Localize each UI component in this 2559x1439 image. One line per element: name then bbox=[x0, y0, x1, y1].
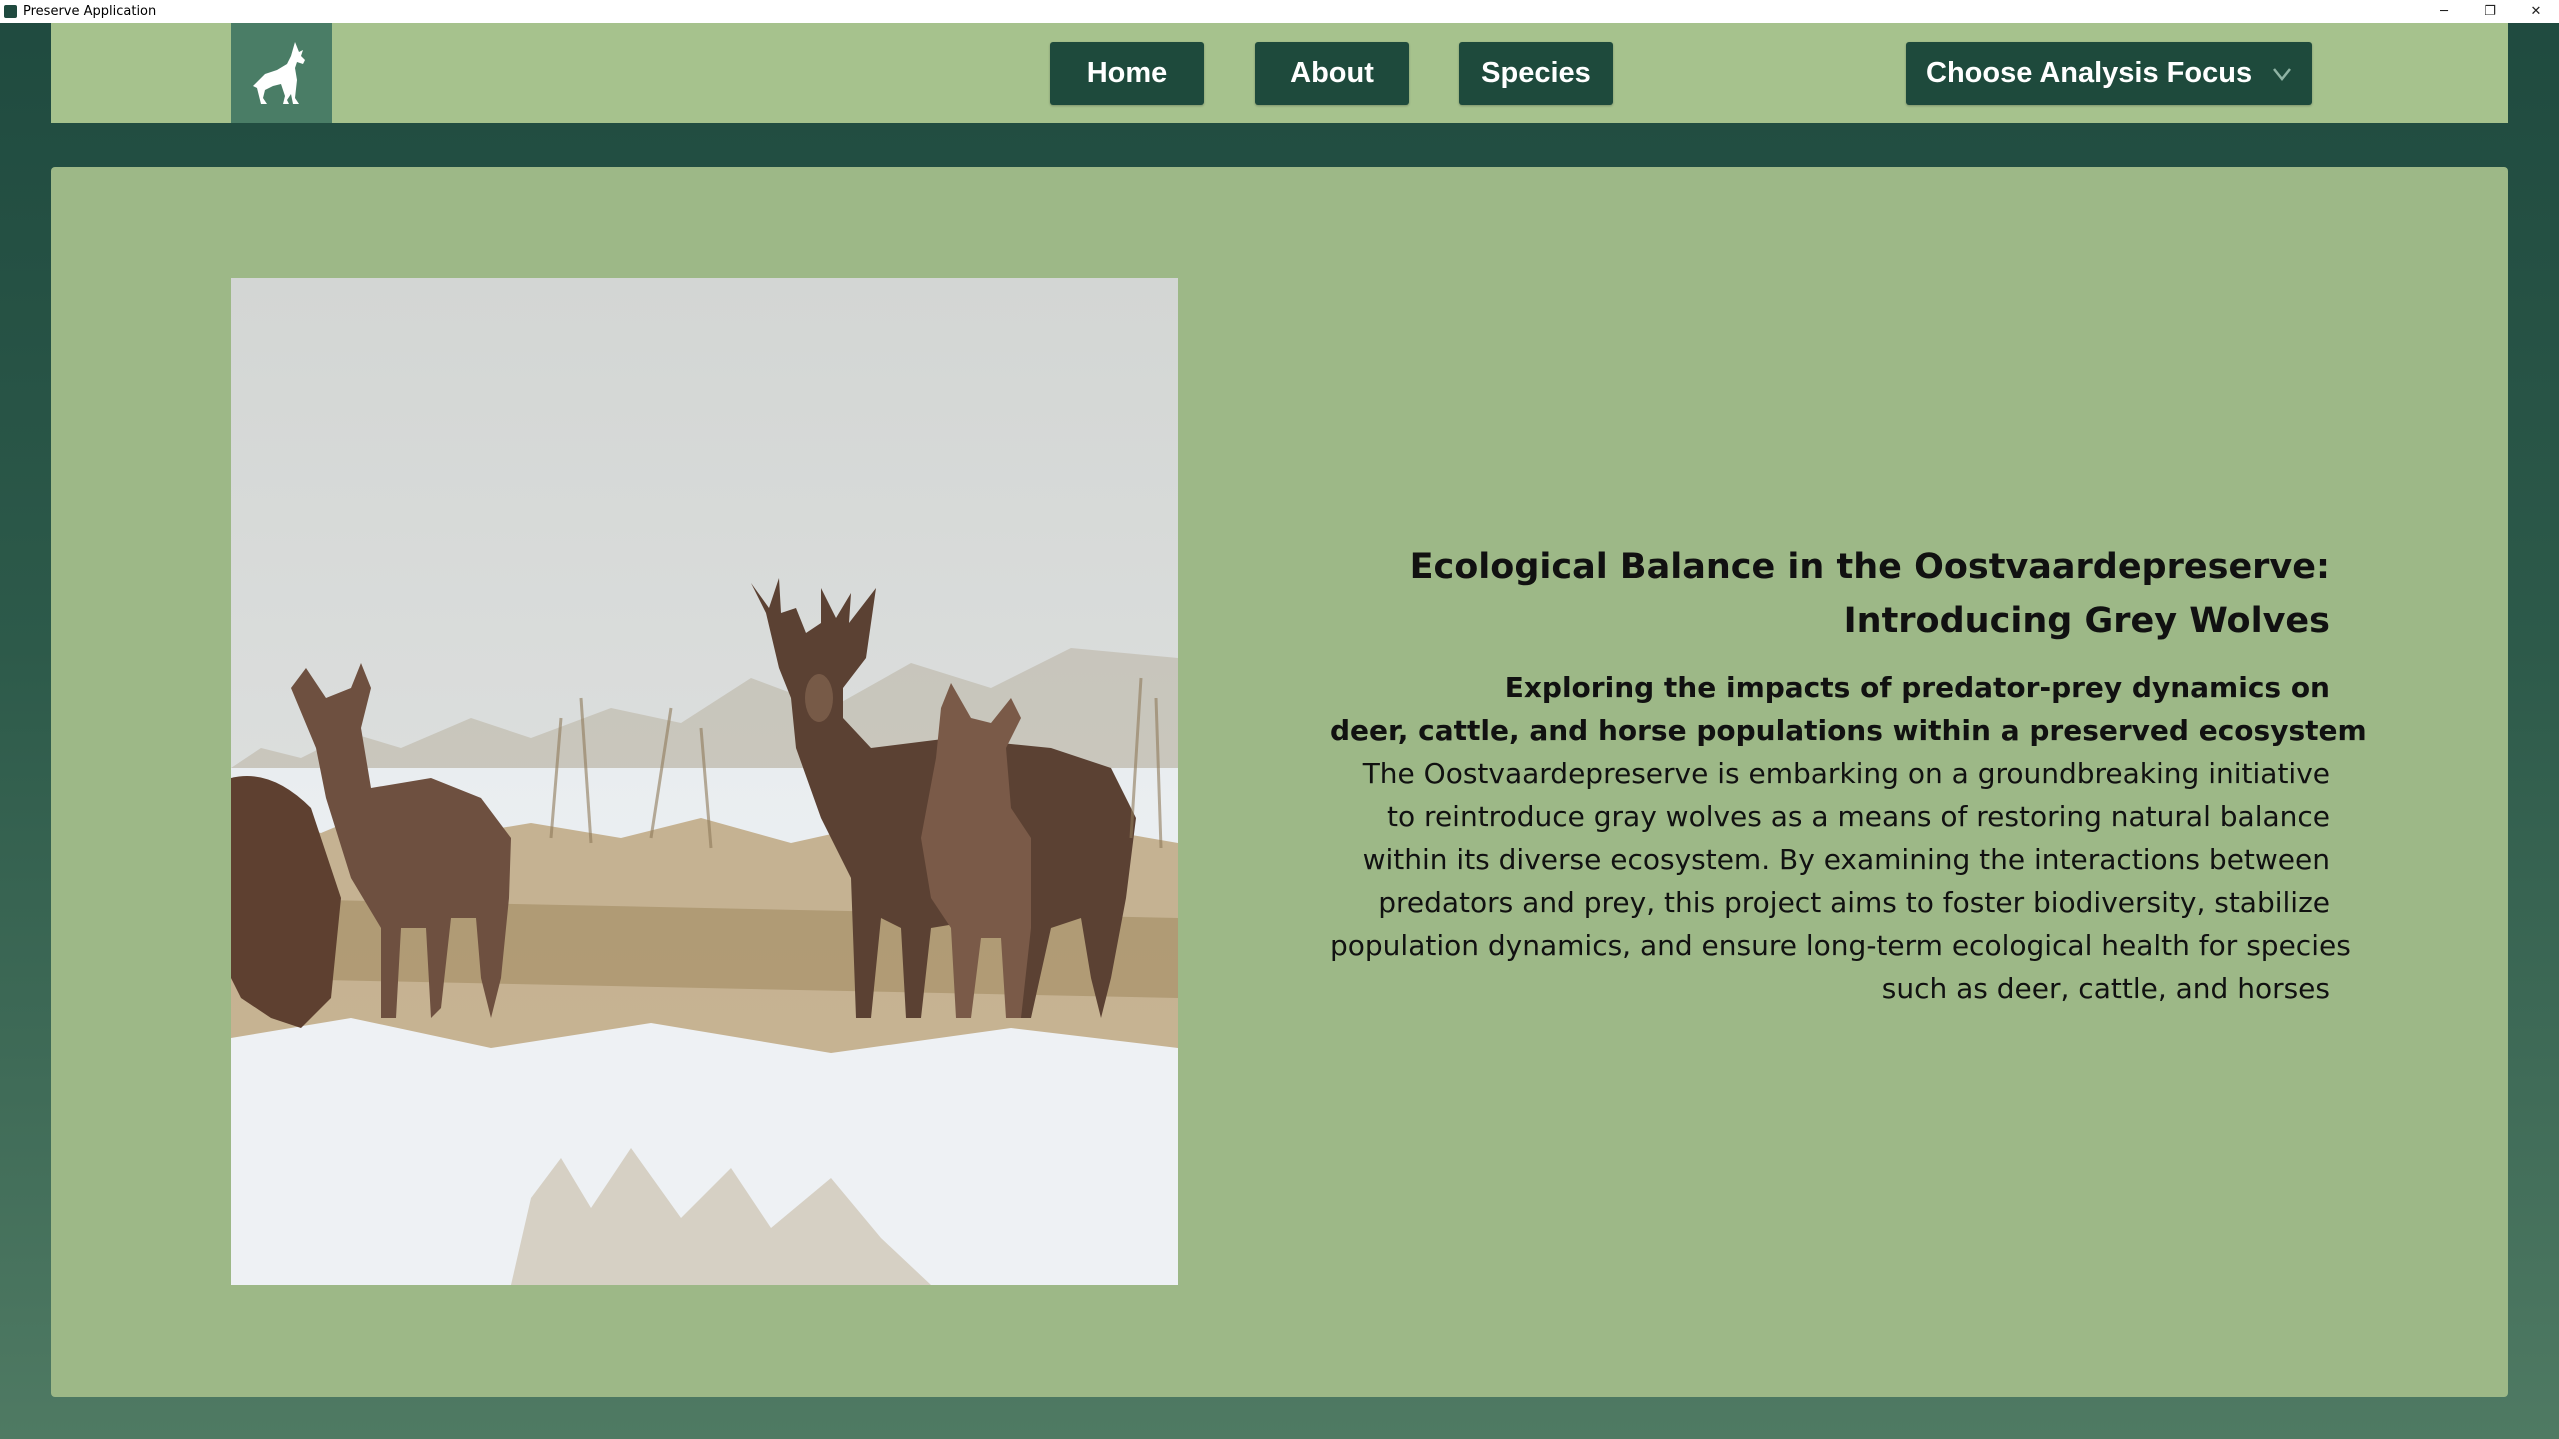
page-subheading: Exploring the impacts of predator-prey d… bbox=[1330, 666, 2367, 752]
close-button[interactable]: ✕ bbox=[2513, 0, 2559, 23]
red-deer-in-snow-photo bbox=[231, 278, 1178, 1285]
top-navbar: Home About Species Choose Analysis Focus bbox=[51, 23, 2508, 123]
app-icon bbox=[4, 5, 17, 18]
subhead-line: Exploring the impacts of predator-prey d… bbox=[1504, 671, 2330, 704]
subhead-line: deer, cattle, and horse populations with… bbox=[1330, 714, 2367, 747]
about-button[interactable]: About bbox=[1255, 42, 1409, 105]
body-line: such as deer, cattle, and horses bbox=[1881, 972, 2330, 1005]
caret-down-icon bbox=[2270, 64, 2294, 84]
howling-wolf-icon bbox=[252, 42, 305, 104]
headline-line: Introducing Grey Wolves bbox=[1843, 601, 2330, 641]
minimize-button[interactable]: ─ bbox=[2421, 0, 2467, 23]
body-line: The Oostvaardepreserve is embarking on a… bbox=[1362, 757, 2330, 790]
logo[interactable] bbox=[231, 23, 332, 123]
body-line: population dynamics, and ensure long-ter… bbox=[1330, 929, 2351, 962]
body-line: within its diverse ecosystem. By examini… bbox=[1362, 843, 2330, 876]
species-button[interactable]: Species bbox=[1459, 42, 1613, 105]
body-line: to reintroduce gray wolves as a means of… bbox=[1387, 800, 2330, 833]
window-title: Preserve Application bbox=[23, 4, 157, 19]
analysis-focus-dropdown[interactable]: Choose Analysis Focus bbox=[1906, 42, 2312, 105]
home-button[interactable]: Home bbox=[1050, 42, 1204, 105]
restore-button[interactable]: ❐ bbox=[2467, 0, 2513, 23]
intro-paragraph: The Oostvaardepreserve is embarking on a… bbox=[1330, 752, 2351, 1010]
dropdown-label: Choose Analysis Focus bbox=[1926, 57, 2253, 89]
window-titlebar: Preserve Application ─ ❐ ✕ bbox=[0, 0, 2559, 23]
headline-line: Ecological Balance in the Oostvaardepres… bbox=[1409, 547, 2330, 587]
page-headline: Ecological Balance in the Oostvaardepres… bbox=[1330, 540, 2330, 648]
intro-text-block: Ecological Balance in the Oostvaardepres… bbox=[1330, 540, 2367, 1010]
window-controls: ─ ❐ ✕ bbox=[2421, 0, 2559, 23]
body-line: predators and prey, this project aims to… bbox=[1378, 886, 2330, 919]
main-content-card: Ecological Balance in the Oostvaardepres… bbox=[51, 167, 2508, 1397]
